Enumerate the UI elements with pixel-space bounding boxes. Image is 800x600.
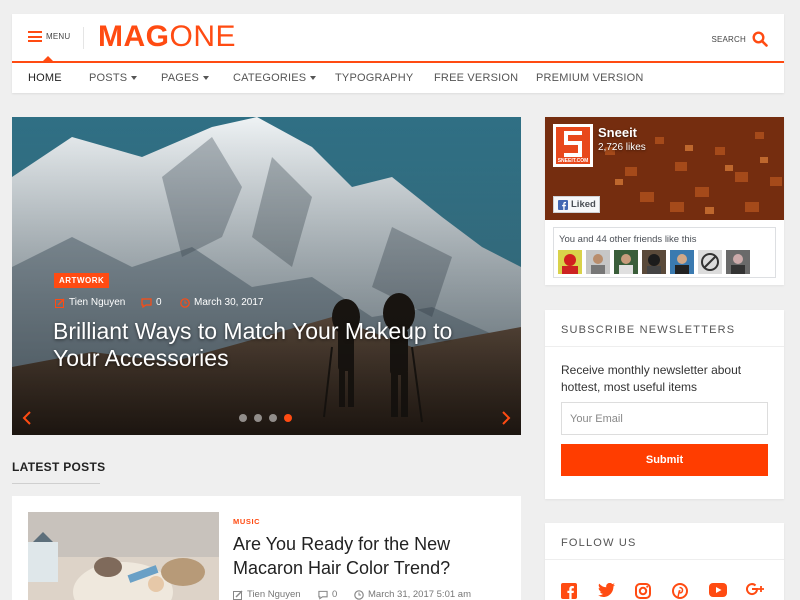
facebook-cover[interactable]: SNEEIT.COM Sneeit 2,726 likes Liked [545, 117, 784, 220]
post-comments[interactable]: 0 [141, 297, 162, 308]
slider-dots [239, 414, 292, 422]
post-date: March 31, 2017 5:01 am [354, 589, 471, 600]
slider-dot-active[interactable] [284, 414, 292, 422]
avatar[interactable] [698, 250, 722, 274]
svg-text:SNEEIT.COM: SNEEIT.COM [558, 158, 589, 164]
hamburger-icon [28, 31, 42, 42]
pinterest-icon[interactable] [672, 583, 709, 600]
email-field[interactable] [561, 402, 768, 435]
clock-icon [354, 589, 364, 600]
avatar[interactable] [642, 250, 666, 274]
comment-icon [318, 590, 328, 600]
follow-widget: FOLLOW US [545, 523, 784, 600]
slider-dot[interactable] [254, 414, 262, 422]
facebook-page-name[interactable]: Sneeit [598, 125, 637, 140]
clock-icon [180, 297, 190, 308]
post-comments[interactable]: 0 [318, 589, 337, 600]
post-title[interactable]: Are You Ready for the New Macaron Hair C… [233, 532, 503, 580]
site-header: MENU MAGONE SEARCH HOME POSTS PAGES CATE… [12, 14, 784, 93]
avatar[interactable] [726, 250, 750, 274]
sneeit-logo[interactable]: SNEEIT.COM [553, 124, 593, 167]
liked-label: Liked [571, 199, 596, 210]
nav-label: HOME [28, 72, 62, 84]
heading-underline [12, 483, 100, 484]
date-text: March 30, 2017 [194, 297, 264, 308]
newsletter-description: Receive monthly newsletter about hottest… [561, 363, 742, 394]
comment-icon [141, 297, 152, 308]
nav-label: PAGES [161, 72, 200, 84]
category-badge[interactable]: ARTWORK [54, 273, 110, 288]
post-date: March 30, 2017 [180, 297, 264, 308]
facebook-page-widget: SNEEIT.COM Sneeit 2,726 likes Liked You … [545, 117, 784, 285]
friends-text: You and 44 other friends like this [559, 234, 697, 245]
main-nav: HOME POSTS PAGES CATEGORIES TYPOGRAPHY F… [12, 63, 784, 93]
widget-title: FOLLOW US [545, 523, 784, 560]
avatar[interactable] [586, 250, 610, 274]
chevron-down-icon [131, 76, 138, 80]
top-bar: MENU MAGONE SEARCH [12, 14, 784, 61]
post-card: MUSIC Are You Ready for the New Macaron … [12, 496, 521, 600]
chevron-down-icon [310, 76, 317, 80]
post-author[interactable]: Tien Nguyen [55, 297, 125, 308]
social-icons [561, 582, 783, 600]
chevron-left-icon[interactable] [21, 411, 33, 425]
site-logo[interactable]: MAGONE [98, 22, 236, 52]
pencil-icon [233, 590, 243, 600]
post-category[interactable]: MUSIC [233, 517, 260, 526]
menu-label: MENU [46, 32, 71, 41]
slider-dot[interactable] [269, 414, 277, 422]
nav-home[interactable]: HOME [28, 72, 62, 84]
slide-title[interactable]: Brilliant Ways to Match Your Makeup to Y… [53, 318, 493, 372]
nav-label: CATEGORIES [233, 72, 307, 84]
friend-avatars [558, 250, 750, 274]
slider-dot[interactable] [239, 414, 247, 422]
comment-count: 0 [156, 297, 162, 308]
divider [83, 27, 84, 49]
thumbnail-image [28, 512, 219, 600]
search-label: SEARCH [711, 34, 746, 44]
search-icon [752, 31, 768, 47]
menu-button[interactable]: MENU [28, 31, 70, 42]
avatar[interactable] [558, 250, 582, 274]
facebook-icon [558, 199, 568, 210]
submit-button[interactable]: Submit [561, 444, 768, 476]
youtube-icon[interactable] [709, 583, 746, 600]
logo-light: ONE [169, 20, 237, 53]
instagram-icon[interactable] [635, 583, 672, 600]
friends-box: You and 44 other friends like this [553, 227, 776, 278]
nav-free-version[interactable]: FREE VERSION [434, 72, 518, 84]
newsletter-widget: SUBSCRIBE NEWSLETTERS Receive monthly ne… [545, 310, 784, 499]
facebook-like-count: 2,726 likes [598, 142, 646, 153]
chevron-right-icon[interactable] [500, 411, 512, 425]
logo-bold: MAG [98, 20, 170, 53]
widget-title: SUBSCRIBE NEWSLETTERS [545, 310, 784, 347]
comment-count: 0 [332, 589, 338, 600]
nav-categories[interactable]: CATEGORIES [233, 72, 317, 84]
liked-button[interactable]: Liked [553, 196, 600, 213]
facebook-icon[interactable] [561, 583, 598, 600]
nav-typography[interactable]: TYPOGRAPHY [335, 72, 413, 84]
nav-label: PREMIUM VERSION [536, 72, 644, 84]
avatar[interactable] [614, 250, 638, 274]
nav-label: TYPOGRAPHY [335, 72, 414, 84]
featured-slider[interactable]: ARTWORK Tien Nguyen 0 March 30, 2017 Bri… [12, 117, 521, 435]
nav-pages[interactable]: PAGES [161, 72, 210, 84]
google-plus-icon[interactable] [746, 583, 783, 600]
chevron-down-icon [203, 76, 210, 80]
nav-premium-version[interactable]: PREMIUM VERSION [536, 72, 644, 84]
pencil-icon [55, 297, 65, 308]
author-name: Tien Nguyen [247, 589, 301, 600]
post-author[interactable]: Tien Nguyen [233, 589, 301, 600]
nav-posts[interactable]: POSTS [89, 72, 138, 84]
post-thumbnail[interactable] [28, 512, 219, 600]
section-heading: LATEST POSTS [12, 460, 106, 474]
twitter-icon[interactable] [598, 582, 635, 600]
nav-label: POSTS [89, 72, 128, 84]
avatar[interactable] [670, 250, 694, 274]
nav-label: FREE VERSION [434, 72, 519, 84]
date-text: March 31, 2017 5:01 am [368, 589, 471, 600]
logo-mark: SNEEIT.COM [558, 131, 589, 164]
author-name: Tien Nguyen [69, 297, 126, 308]
search-button[interactable]: SEARCH [711, 31, 768, 47]
